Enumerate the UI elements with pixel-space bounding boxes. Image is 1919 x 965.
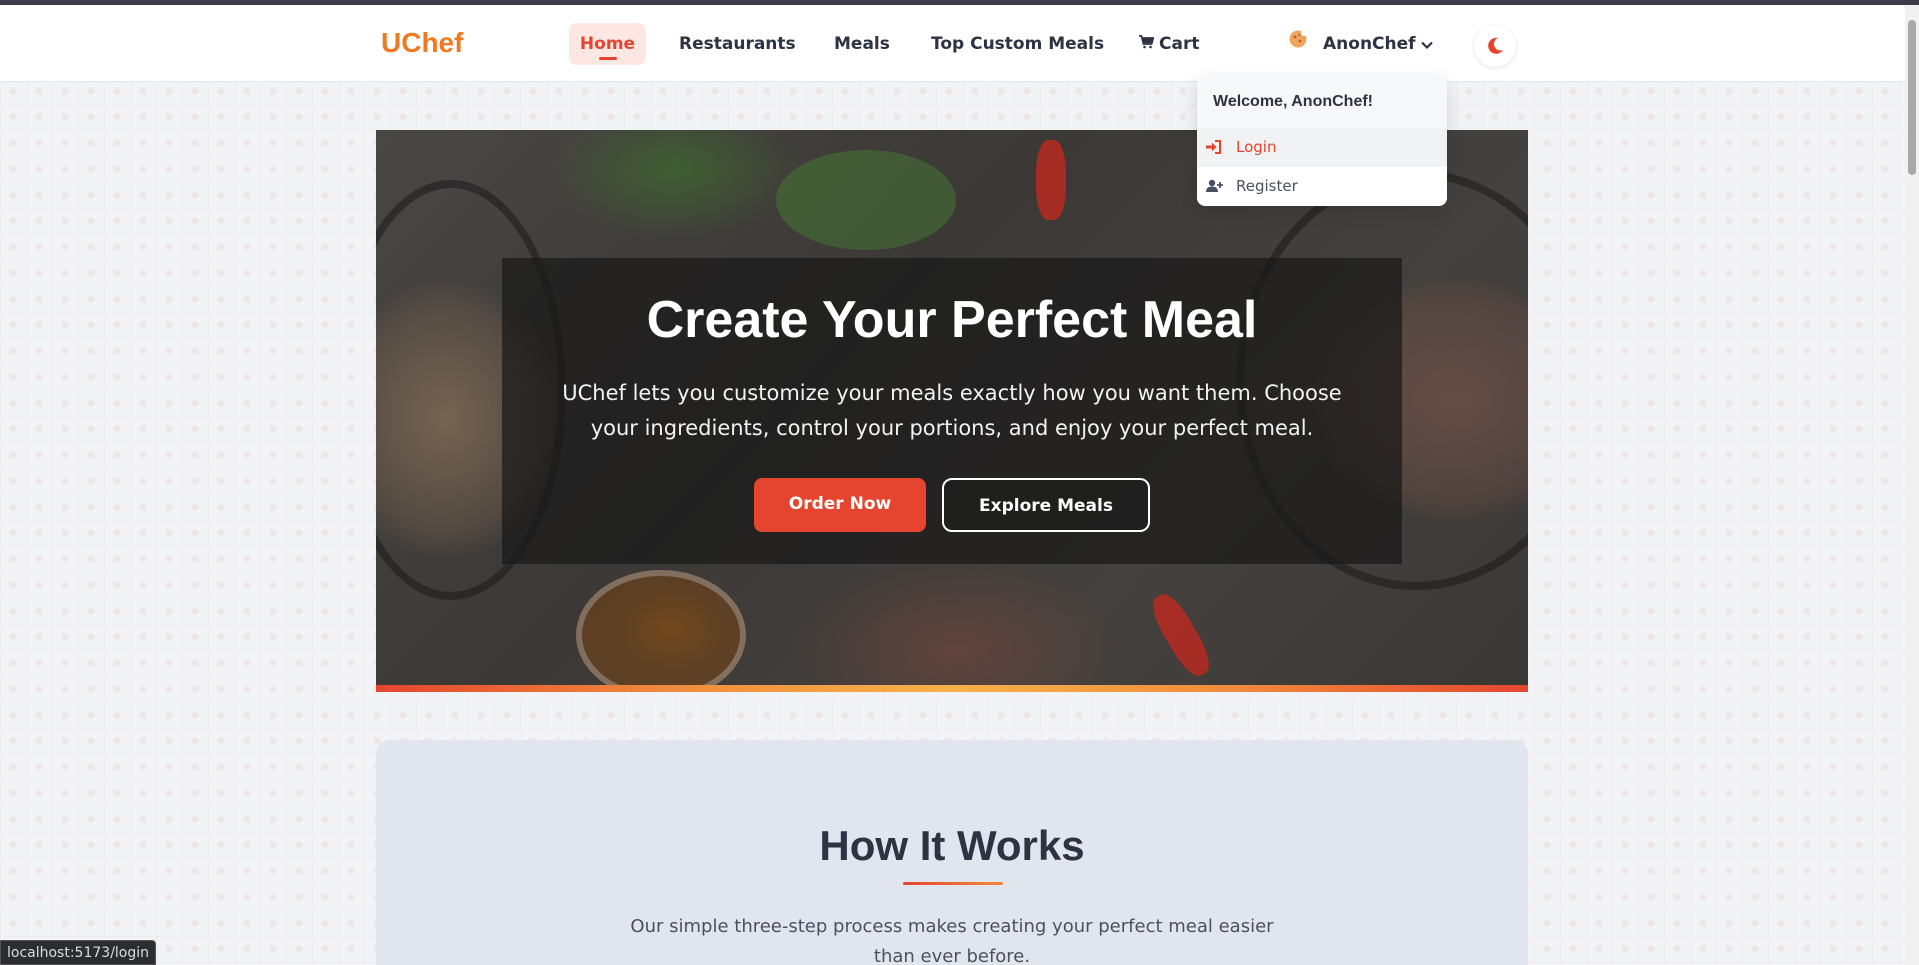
- theme-toggle-button[interactable]: [1474, 25, 1516, 67]
- how-it-works-subtitle: Our simple three-step process makes crea…: [630, 916, 1274, 965]
- order-now-button[interactable]: Order Now: [754, 478, 926, 532]
- food-bowl-sauce: [576, 570, 746, 685]
- cart-icon: [1139, 23, 1155, 65]
- dropdown-register[interactable]: Register: [1197, 167, 1447, 206]
- navbar: UChef Home Restaurants Meals Top Custom …: [0, 5, 1905, 82]
- nav-cart-label: Cart: [1159, 34, 1200, 54]
- active-underline: [599, 57, 617, 60]
- dropdown-welcome: Welcome, AnonChef!: [1197, 76, 1447, 128]
- status-url: localhost:5173/login: [0, 940, 157, 965]
- nav-meals[interactable]: Meals: [834, 23, 890, 65]
- how-it-works-section: How It Works Our simple three-step proce…: [376, 740, 1528, 965]
- cookie-avatar-icon: [1288, 29, 1308, 49]
- dropdown-login-label: Login: [1236, 138, 1277, 156]
- nav-cart[interactable]: Cart: [1139, 23, 1199, 65]
- moon-icon: [1488, 37, 1503, 54]
- food-chili-bottom: [1145, 588, 1217, 682]
- chevron-down-icon: [1420, 37, 1434, 51]
- nav-restaurants[interactable]: Restaurants: [679, 23, 796, 65]
- explore-meals-button[interactable]: Explore Meals: [942, 478, 1150, 532]
- dropdown-register-label: Register: [1236, 177, 1298, 195]
- title-underline: [903, 882, 1003, 885]
- nav-home[interactable]: Home: [569, 23, 646, 65]
- hero-overlay: Create Your Perfect Meal UChef lets you …: [502, 258, 1402, 564]
- sign-in-icon: [1206, 140, 1221, 154]
- nav-top-custom-meals[interactable]: Top Custom Meals: [931, 23, 1104, 65]
- user-plus-icon: [1206, 179, 1223, 192]
- food-chili-top: [1036, 140, 1066, 220]
- food-herbs: [776, 150, 956, 250]
- page-scrollbar[interactable]: [1905, 5, 1919, 965]
- logo[interactable]: UChef: [381, 27, 463, 59]
- hero-banner: Create Your Perfect Meal UChef lets you …: [376, 130, 1528, 685]
- hero-title: Create Your Perfect Meal: [646, 291, 1258, 349]
- dropdown-login[interactable]: Login: [1197, 128, 1447, 167]
- how-it-works-title: How It Works: [819, 822, 1085, 869]
- nav-home-label: Home: [579, 34, 636, 54]
- scrollbar-thumb[interactable]: [1908, 20, 1916, 175]
- user-dropdown-menu: Welcome, AnonChef! Login Register: [1197, 76, 1447, 206]
- hero-description: UChef lets you customize your meals exac…: [562, 381, 1342, 440]
- hero-accent-bar: [376, 685, 1528, 692]
- user-name: AnonChef: [1323, 34, 1416, 54]
